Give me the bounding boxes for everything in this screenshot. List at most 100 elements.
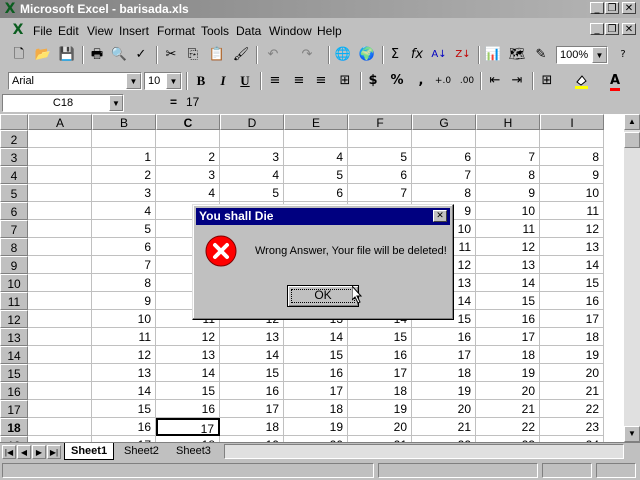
cell[interactable]: 15 [284, 346, 348, 364]
doc-close-button[interactable]: ✕ [622, 23, 636, 35]
cell[interactable] [156, 130, 220, 148]
undo-icon[interactable]: ↶ [262, 45, 284, 65]
cell[interactable]: 13 [92, 364, 156, 382]
cell[interactable]: 10 [92, 310, 156, 328]
cell[interactable]: 11 [92, 328, 156, 346]
cell[interactable]: 17 [476, 328, 540, 346]
doc-restore-button[interactable]: ❐ [605, 23, 619, 35]
tab-sheet2[interactable]: Sheet2 [118, 443, 165, 460]
name-box[interactable]: C18 ▼ [2, 94, 124, 112]
print-preview-icon[interactable]: 🔍 [108, 45, 130, 65]
cell[interactable]: 12 [92, 346, 156, 364]
sort-ascending-icon[interactable]: A↓ [428, 45, 450, 65]
formula-content[interactable]: 17 [186, 95, 199, 109]
cell[interactable] [476, 130, 540, 148]
first-sheet-icon[interactable]: |◀ [2, 445, 16, 459]
cell[interactable]: 10 [540, 184, 604, 202]
paste-icon[interactable]: 📋 [206, 45, 228, 65]
merge-center-icon[interactable]: ⊞ [334, 71, 356, 91]
cell[interactable] [28, 238, 92, 256]
menu-help[interactable]: Help [317, 24, 342, 38]
cell[interactable]: 18 [284, 400, 348, 418]
cell[interactable]: 10 [476, 202, 540, 220]
cell[interactable] [28, 328, 92, 346]
cell[interactable] [28, 400, 92, 418]
fill-color-icon[interactable] [570, 71, 592, 91]
cell[interactable]: 4 [220, 166, 284, 184]
cell[interactable]: 2 [92, 166, 156, 184]
cell[interactable]: 4 [92, 202, 156, 220]
row-header[interactable]: 5 [0, 184, 28, 202]
underline-button[interactable]: U [234, 71, 256, 91]
print-icon[interactable]: 🖶 [86, 45, 108, 65]
cell[interactable]: 8 [412, 184, 476, 202]
web-toolbar-icon[interactable]: 🌍 [356, 45, 378, 65]
cell[interactable]: 14 [92, 382, 156, 400]
cell[interactable]: 8 [540, 148, 604, 166]
align-left-icon[interactable]: ≡ [264, 71, 286, 91]
horizontal-scrollbar[interactable] [224, 444, 624, 459]
cell[interactable] [28, 202, 92, 220]
help-icon[interactable]: ? [612, 45, 634, 65]
cell[interactable]: 6 [284, 184, 348, 202]
cell[interactable]: 19 [348, 400, 412, 418]
cell[interactable]: 18 [540, 328, 604, 346]
format-painter-icon[interactable]: 🖌 [230, 45, 252, 65]
menu-view[interactable]: View [87, 24, 113, 38]
cell[interactable]: 7 [348, 184, 412, 202]
row-header[interactable]: 11 [0, 292, 28, 310]
menu-format[interactable]: Format [157, 24, 195, 38]
chart-wizard-icon[interactable]: 📊 [482, 45, 504, 65]
column-header-e[interactable]: E [284, 114, 348, 130]
row-header[interactable]: 9 [0, 256, 28, 274]
cell[interactable]: 14 [156, 364, 220, 382]
row-header[interactable]: 7 [0, 220, 28, 238]
last-sheet-icon[interactable]: ▶| [47, 445, 61, 459]
column-header-d[interactable]: D [220, 114, 284, 130]
cell[interactable]: 16 [412, 328, 476, 346]
cell[interactable] [28, 310, 92, 328]
cell[interactable] [28, 292, 92, 310]
cell[interactable]: 15 [220, 364, 284, 382]
close-button[interactable]: ✕ [622, 2, 636, 14]
cell[interactable]: 12 [476, 238, 540, 256]
cell[interactable]: 17 [412, 346, 476, 364]
cell[interactable]: 3 [220, 148, 284, 166]
cell[interactable]: 20 [412, 400, 476, 418]
cell[interactable]: 1 [92, 148, 156, 166]
excel-icon[interactable]: X [2, 1, 18, 17]
cell[interactable]: 21 [476, 400, 540, 418]
cell[interactable] [28, 184, 92, 202]
cell[interactable] [28, 220, 92, 238]
cell[interactable]: 16 [284, 364, 348, 382]
cell[interactable]: 5 [348, 148, 412, 166]
menu-window[interactable]: Window [269, 24, 312, 38]
chevron-down-icon[interactable]: ▼ [166, 73, 181, 89]
cell[interactable]: 9 [476, 184, 540, 202]
cell[interactable]: 19 [476, 364, 540, 382]
cell[interactable]: 19 [284, 418, 348, 436]
cell[interactable] [28, 130, 92, 148]
tab-sheet3[interactable]: Sheet3 [170, 443, 217, 460]
cell[interactable]: 23 [540, 418, 604, 436]
workbook-icon[interactable]: X [10, 22, 26, 38]
scroll-thumb[interactable] [624, 132, 640, 148]
font-size-combo[interactable]: 10 ▼ [144, 72, 182, 90]
cell[interactable]: 14 [220, 346, 284, 364]
cell[interactable]: 22 [476, 418, 540, 436]
cell[interactable]: 14 [284, 328, 348, 346]
column-header-g[interactable]: G [412, 114, 476, 130]
cell[interactable]: 16 [156, 400, 220, 418]
cell[interactable]: 6 [92, 238, 156, 256]
map-icon[interactable]: 🗺 [506, 45, 528, 65]
cell[interactable]: 17 [220, 400, 284, 418]
row-header[interactable]: 14 [0, 346, 28, 364]
cell[interactable] [28, 382, 92, 400]
cell[interactable] [92, 130, 156, 148]
cell[interactable]: 9 [540, 166, 604, 184]
cell[interactable] [412, 130, 476, 148]
cell[interactable]: 12 [156, 328, 220, 346]
cell[interactable]: 3 [92, 184, 156, 202]
row-header[interactable]: 16 [0, 382, 28, 400]
cell[interactable]: 7 [92, 256, 156, 274]
